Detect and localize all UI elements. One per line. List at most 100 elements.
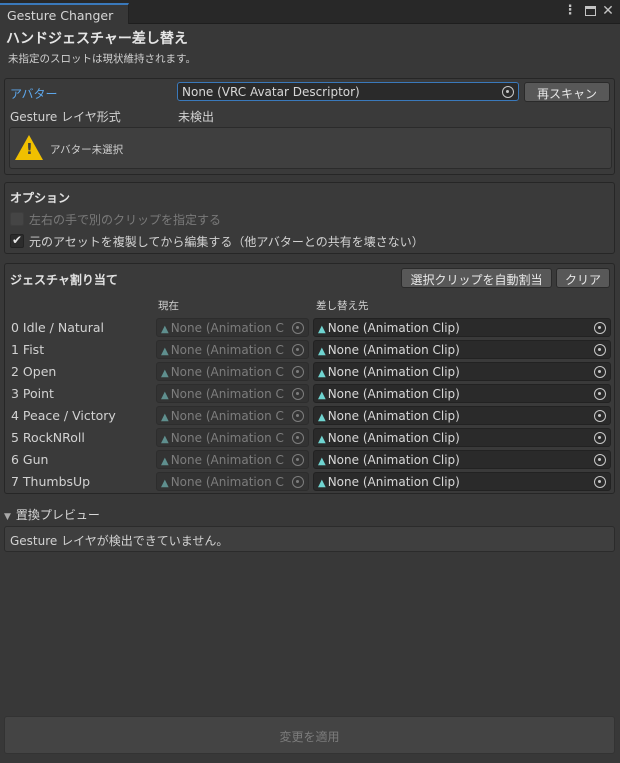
replacement-clip-value: None (Animation Clip) <box>327 409 460 423</box>
gesture-row-label: 7 ThumbsUp <box>11 474 91 489</box>
gesture-layer-label: Gesture レイヤ形式 <box>10 110 121 124</box>
rescan-button[interactable]: 再スキャン <box>524 82 610 102</box>
animation-clip-icon: ▲ <box>161 456 169 467</box>
preview-message: Gesture レイヤが検出できていません。 <box>4 526 615 552</box>
gesture-row-label: 6 Gun <box>11 452 49 467</box>
maximize-icon[interactable] <box>583 3 597 21</box>
gesture-row-label: 1 Fist <box>11 342 45 357</box>
preview-foldout-label: 置換プレビュー <box>15 508 100 522</box>
replacement-clip-field[interactable]: ▲ None (Animation Clip) <box>313 406 611 425</box>
object-picker-icon[interactable] <box>502 86 514 98</box>
current-clip-field: ▲ None (Animation C <box>156 406 309 425</box>
replacement-clip-value: None (Animation Clip) <box>327 387 460 401</box>
animation-clip-icon: ▲ <box>318 346 326 357</box>
replacement-clip-value: None (Animation Clip) <box>327 343 460 357</box>
warning-icon: ! <box>15 135 43 160</box>
object-picker-icon <box>292 410 304 422</box>
current-clip-value: None (Animation C <box>170 431 284 445</box>
preview-foldout[interactable]: ▼ 置換プレビュー <box>4 506 100 523</box>
replacement-clip-field[interactable]: ▲ None (Animation Clip) <box>313 318 611 337</box>
replacement-clip-value: None (Animation Clip) <box>327 321 460 335</box>
gesture-row-label: 3 Point <box>11 386 54 401</box>
object-picker-icon <box>292 476 304 488</box>
avatar-field-value: None (VRC Avatar Descriptor) <box>182 85 360 99</box>
animation-clip-icon: ▲ <box>318 434 326 445</box>
object-picker-icon <box>292 366 304 378</box>
object-picker-icon <box>292 344 304 356</box>
warning-message: アバター未選択 <box>50 144 124 156</box>
replacement-clip-field[interactable]: ▲ None (Animation Clip) <box>313 340 611 359</box>
replacement-clip-field[interactable]: ▲ None (Animation Clip) <box>313 472 611 491</box>
animation-clip-icon: ▲ <box>161 346 169 357</box>
animation-clip-icon: ▲ <box>161 412 169 423</box>
gesture-row-label: 0 Idle / Natural <box>11 320 104 335</box>
object-picker-icon[interactable] <box>594 410 606 422</box>
animation-clip-icon: ▲ <box>318 324 326 335</box>
replacement-clip-value: None (Animation Clip) <box>327 453 460 467</box>
foldout-arrow-icon: ▼ <box>4 512 11 522</box>
gesture-row-label: 5 RockNRoll <box>11 430 85 445</box>
object-picker-icon[interactable] <box>594 322 606 334</box>
separate-hands-label: 左右の手で別のクリップを指定する <box>29 213 222 227</box>
object-picker-icon[interactable] <box>594 344 606 356</box>
object-picker-icon[interactable] <box>594 388 606 400</box>
duplicate-asset-checkbox[interactable] <box>10 233 24 248</box>
animation-clip-icon: ▲ <box>161 434 169 445</box>
gesture-row-label: 2 Open <box>11 364 57 379</box>
current-clip-value: None (Animation C <box>170 387 284 401</box>
current-clip-value: None (Animation C <box>170 365 284 379</box>
page-title: ハンドジェスチャー差し替え <box>6 31 188 47</box>
window-tab-title: Gesture Changer <box>7 8 114 23</box>
avatar-object-field[interactable]: None (VRC Avatar Descriptor) <box>177 82 519 101</box>
object-picker-icon <box>292 454 304 466</box>
animation-clip-icon: ▲ <box>318 390 326 401</box>
options-heading: オプション <box>10 191 71 205</box>
duplicate-asset-label: 元のアセットを複製してから編集する（他アバターとの共有を壊さない） <box>29 235 424 249</box>
auto-assign-button[interactable]: 選択クリップを自動割当 <box>401 268 552 288</box>
assignment-heading: ジェスチャ割り当て <box>10 273 118 287</box>
window-tab[interactable]: Gesture Changer <box>0 3 129 24</box>
current-clip-value: None (Animation C <box>170 409 284 423</box>
object-picker-icon[interactable] <box>594 366 606 378</box>
animation-clip-icon: ▲ <box>318 368 326 379</box>
current-clip-value: None (Animation C <box>170 453 284 467</box>
gesture-row-label: 4 Peace / Victory <box>11 408 116 423</box>
animation-clip-icon: ▲ <box>318 412 326 423</box>
animation-clip-icon: ▲ <box>161 478 169 489</box>
object-picker-icon <box>292 322 304 334</box>
replacement-clip-field[interactable]: ▲ None (Animation Clip) <box>313 362 611 381</box>
replacement-clip-field[interactable]: ▲ None (Animation Clip) <box>313 428 611 447</box>
close-icon[interactable]: ✕ <box>601 3 615 21</box>
object-picker-icon <box>292 388 304 400</box>
separate-hands-checkbox[interactable] <box>10 212 24 226</box>
gesture-layer-value: 未検出 <box>178 110 215 124</box>
avatar-label[interactable]: アバター <box>10 85 58 102</box>
current-clip-field: ▲ None (Animation C <box>156 362 309 381</box>
replacement-clip-value: None (Animation Clip) <box>327 475 460 489</box>
current-clip-field: ▲ None (Animation C <box>156 340 309 359</box>
object-picker-icon[interactable] <box>594 476 606 488</box>
animation-clip-icon: ▲ <box>318 456 326 467</box>
object-picker-icon[interactable] <box>594 432 606 444</box>
current-clip-field: ▲ None (Animation C <box>156 450 309 469</box>
page-subtitle: 未指定のスロットは現状維持されます。 <box>8 53 196 65</box>
animation-clip-icon: ▲ <box>161 324 169 335</box>
apply-button[interactable]: 変更を適用 <box>4 716 615 754</box>
replacement-clip-field[interactable]: ▲ None (Animation Clip) <box>313 384 611 403</box>
window-tab-bar: Gesture Changer ⋮ ✕ <box>0 0 620 24</box>
object-picker-icon[interactable] <box>594 454 606 466</box>
warning-helpbox: ! アバター未選択 <box>9 127 612 169</box>
column-header-replacement: 差し替え先 <box>316 300 369 312</box>
current-clip-field: ▲ None (Animation C <box>156 472 309 491</box>
current-clip-field: ▲ None (Animation C <box>156 318 309 337</box>
replacement-clip-value: None (Animation Clip) <box>327 365 460 379</box>
animation-clip-icon: ▲ <box>318 478 326 489</box>
kebab-menu-icon[interactable]: ⋮ <box>563 3 577 21</box>
object-picker-icon <box>292 432 304 444</box>
animation-clip-icon: ▲ <box>161 368 169 379</box>
replacement-clip-field[interactable]: ▲ None (Animation Clip) <box>313 450 611 469</box>
column-header-current: 現在 <box>158 300 179 312</box>
replacement-clip-value: None (Animation Clip) <box>327 431 460 445</box>
clear-button[interactable]: クリア <box>556 268 610 288</box>
animation-clip-icon: ▲ <box>161 390 169 401</box>
